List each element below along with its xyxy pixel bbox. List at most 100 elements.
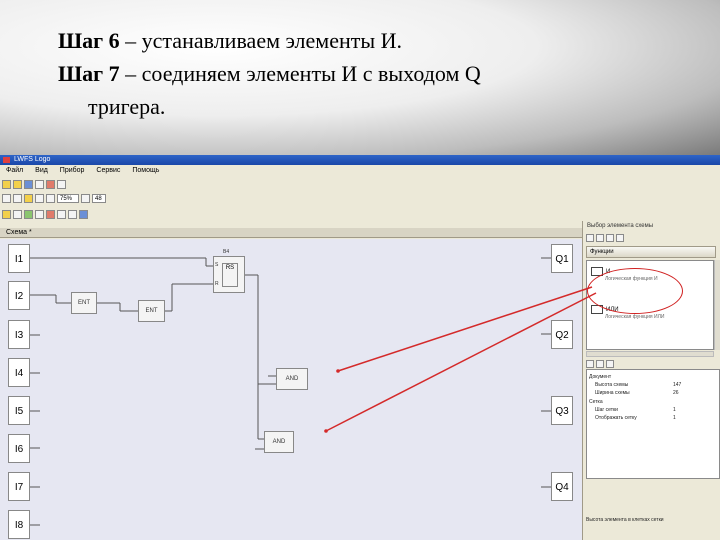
slide-line-3: тригера. [88, 94, 166, 119]
function-or-desc: Логическая функция ИЛИ [605, 314, 665, 320]
prop-height-value: 147 [673, 382, 682, 388]
menu-service[interactable]: Сервис [96, 167, 120, 174]
prop-grid-label: Сетка [589, 399, 603, 405]
menu-file[interactable]: Файл [6, 167, 23, 174]
rs-block-label: B4 [223, 249, 230, 255]
prop-width[interactable]: Ширина схемы 26 [595, 390, 679, 396]
open-folder-icon[interactable] [13, 180, 22, 189]
slide-text: Шаг 6 – устанавливаем элементы И. Шаг 7 … [58, 24, 698, 123]
sf-icon[interactable] [46, 210, 55, 219]
props-category-icon[interactable] [596, 360, 604, 368]
chart-icon[interactable] [35, 180, 44, 189]
input-i5[interactable]: I5 [8, 396, 30, 425]
gate-block-2[interactable]: ENT [138, 300, 165, 322]
gate-block-1[interactable]: ENT [71, 292, 97, 314]
prop-grid-step-value: 1 [673, 407, 676, 413]
input-i2[interactable]: I2 [8, 281, 30, 310]
warning-icon[interactable] [2, 210, 11, 219]
table-icon[interactable] [13, 194, 22, 203]
prop-show-grid[interactable]: Отображать сетку 1 [595, 415, 676, 421]
rs-set-pin: S [215, 262, 219, 268]
list-vertical-scrollbar[interactable] [714, 260, 720, 350]
rs-reset-pin: R [215, 281, 219, 287]
prop-grid: Сетка [589, 399, 603, 405]
print-icon[interactable] [46, 180, 55, 189]
panel-sort-icon[interactable] [616, 234, 624, 242]
slide-line-2: Шаг 7 – соединяем элементы И с выходом Q [58, 57, 698, 90]
text-icon[interactable] [57, 210, 66, 219]
prop-grid-step[interactable]: Шаг сетки 1 [595, 407, 676, 413]
toolbar-3 [2, 209, 88, 221]
props-sort-icon[interactable] [586, 360, 594, 368]
input-i3[interactable]: I3 [8, 320, 30, 349]
zoom-select[interactable]: 75% [57, 194, 79, 203]
menu-view[interactable]: Вид [35, 167, 48, 174]
title-bar: LWFS Logo [0, 155, 720, 165]
properties-grid[interactable]: Документ Высота схемы 147 Ширина схемы 26 … [586, 369, 720, 479]
highlight-ellipse [587, 268, 683, 314]
prop-show-grid-value: 1 [673, 415, 676, 421]
prop-document-label: Документ [589, 374, 612, 380]
app-window: LWFS Logo Файл Вид Прибор Сервис Помощь … [0, 155, 720, 540]
menu-device[interactable]: Прибор [60, 167, 85, 174]
new-file-icon[interactable] [2, 180, 11, 189]
dropdown-icon[interactable] [81, 194, 90, 203]
functions-group[interactable]: Функции [586, 246, 716, 258]
toolbar-1 [2, 179, 66, 191]
prop-width-label: Ширина схемы [595, 390, 630, 396]
output-q3[interactable]: Q3 [551, 396, 573, 425]
prop-height-label: Высота схемы [595, 382, 629, 388]
step-7-label: Шаг 7 [58, 61, 120, 86]
slide-line-1: Шаг 6 – устанавливаем элементы И. [58, 24, 698, 57]
rs-trigger-block[interactable]: S RS R [213, 256, 245, 293]
step-6-label: Шаг 6 [58, 28, 120, 53]
output-q2[interactable]: Q2 [551, 320, 573, 349]
prop-grid-step-label: Шаг сетки [595, 407, 618, 413]
tool-icon[interactable] [24, 194, 33, 203]
prop-document: Документ [589, 374, 611, 380]
connect-icon[interactable] [24, 210, 33, 219]
save-icon[interactable] [24, 180, 33, 189]
app-title: LWFS Logo [14, 156, 51, 163]
rs-core: RS [222, 263, 238, 287]
diagram-canvas[interactable]: I1 I2 I3 I4 I5 I6 I7 I8 Q1 Q2 Q3 Q4 ENT … [0, 239, 582, 540]
tab-schema[interactable]: Схема * [0, 228, 582, 238]
props-toolbar [586, 359, 614, 368]
co-icon[interactable] [35, 210, 44, 219]
list-horizontal-scrollbar[interactable] [586, 351, 714, 357]
grid-icon[interactable] [2, 194, 11, 203]
step-6-text: – устанавливаем элементы И. [119, 28, 403, 53]
prop-show-grid-label: Отображать сетку [595, 415, 637, 421]
property-description: Высота элемента в клетках сетки [586, 517, 664, 523]
menu-help[interactable]: Помощь [132, 167, 159, 174]
panel-title: Выбор элемента схемы [587, 223, 654, 229]
panel-toolbar [586, 233, 624, 242]
input-i7[interactable]: I7 [8, 472, 30, 501]
prop-width-value: 26 [673, 390, 679, 396]
panel-list-icon[interactable] [586, 234, 594, 242]
props-page-icon[interactable] [606, 360, 614, 368]
zoom-value[interactable]: 48 [92, 194, 106, 203]
input-i6[interactable]: I6 [8, 434, 30, 463]
move-icon[interactable] [35, 194, 44, 203]
and-gate-2[interactable]: AND [264, 431, 294, 453]
output-q4[interactable]: Q4 [551, 472, 573, 501]
app-icon [3, 157, 10, 163]
page-icon[interactable] [46, 194, 55, 203]
input-i4[interactable]: I4 [8, 358, 30, 387]
pointer-icon[interactable] [13, 210, 22, 219]
step-7-text: – соединяем элементы И с выходом Q [119, 61, 481, 86]
input-i1[interactable]: I1 [8, 244, 30, 273]
prop-height[interactable]: Высота схемы 147 [595, 382, 681, 388]
slide-header: Шаг 6 – устанавливаем элементы И. Шаг 7 … [0, 0, 720, 155]
toolbar-2: 75% 48 [2, 193, 106, 205]
panel-tree-icon[interactable] [606, 234, 614, 242]
simulate-icon[interactable] [79, 210, 88, 219]
panel-grid-icon[interactable] [596, 234, 604, 242]
output-q1[interactable]: Q1 [551, 244, 573, 273]
and-gate-1[interactable]: AND [276, 368, 308, 390]
preview-icon[interactable] [57, 180, 66, 189]
cut-icon[interactable] [68, 210, 77, 219]
input-i8[interactable]: I8 [8, 510, 30, 539]
menu-bar: Файл Вид Прибор Сервис Помощь [0, 165, 580, 177]
